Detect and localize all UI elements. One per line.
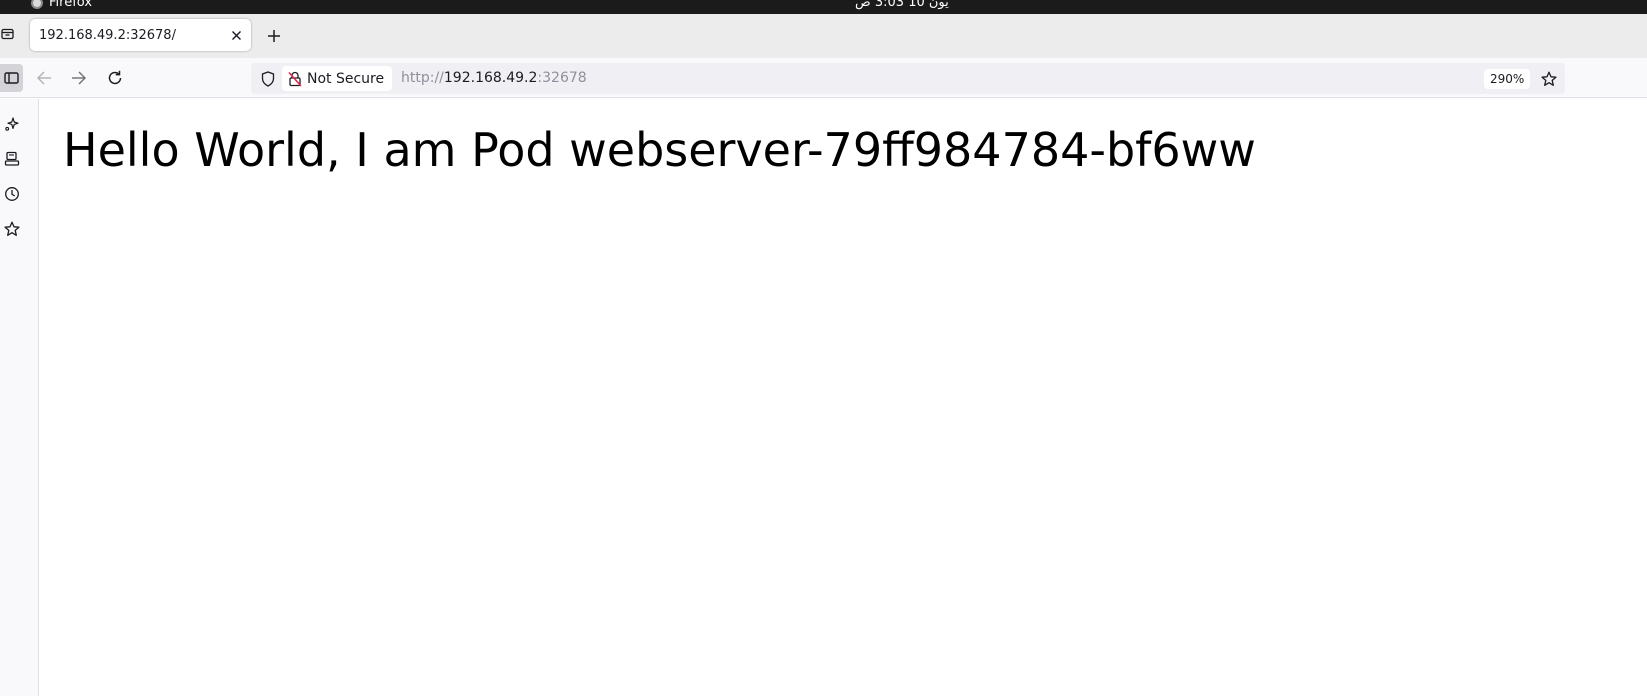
url-scheme: http:// (401, 70, 444, 86)
arrow-right-icon (72, 71, 86, 85)
plus-icon (268, 30, 280, 42)
tab-strip: 192.168.49.2:32678/ (0, 14, 1647, 58)
sidebar-ai-chat-button[interactable] (2, 114, 22, 134)
firefox-icon (31, 0, 43, 9)
sidebar-history-button[interactable] (2, 184, 22, 204)
url-bar[interactable]: Not Secure http://192.168.49.2:32678 290… (251, 63, 1565, 94)
url-port: :32678 (537, 70, 587, 86)
bookmark-page-button[interactable] (1538, 68, 1560, 90)
arrow-left-icon (37, 71, 51, 85)
close-icon[interactable] (227, 26, 245, 44)
security-label: Not Secure (307, 70, 385, 87)
tab-overview-icon[interactable] (0, 26, 14, 42)
os-app-name: Firefox (49, 0, 93, 10)
url-input[interactable]: http://192.168.49.2:32678 (401, 70, 587, 87)
os-top-bar: Firefox يون 10 3:03 ص (0, 0, 1647, 14)
sidebar-synced-tabs-button[interactable] (2, 149, 22, 169)
lock-slash-icon (288, 71, 302, 87)
star-icon (1541, 71, 1557, 86)
page-content: Hello World, I am Pod webserver-79ff9847… (40, 99, 1647, 696)
back-button[interactable] (33, 67, 55, 89)
sidebar-icon (4, 72, 19, 84)
reload-button[interactable] (104, 67, 126, 89)
sidebar-toggle-button[interactable] (0, 64, 23, 92)
url-host: 192.168.49.2 (443, 70, 538, 86)
os-clock[interactable]: يون 10 3:03 ص (855, 0, 949, 11)
sidebar (0, 99, 39, 696)
devices-icon (4, 151, 20, 166)
site-security-button[interactable]: Not Secure (282, 66, 393, 91)
page-heading: Hello World, I am Pod webserver-79ff9847… (63, 123, 1256, 177)
star-icon (4, 221, 20, 236)
navigation-toolbar: Not Secure http://192.168.49.2:32678 290… (0, 58, 1647, 98)
clock-icon (5, 187, 19, 201)
tab-title: 192.168.49.2:32678/ (39, 27, 176, 43)
forward-button[interactable] (68, 67, 90, 89)
shield-icon[interactable] (258, 69, 278, 89)
reload-icon (108, 70, 122, 85)
tab-active[interactable]: 192.168.49.2:32678/ (30, 19, 251, 51)
new-tab-button[interactable] (263, 25, 285, 47)
os-app-menu[interactable]: Firefox (31, 0, 92, 11)
sparkle-icon (5, 117, 19, 131)
sidebar-bookmarks-button[interactable] (2, 219, 22, 239)
zoom-reset-button[interactable]: 290% (1484, 69, 1531, 89)
